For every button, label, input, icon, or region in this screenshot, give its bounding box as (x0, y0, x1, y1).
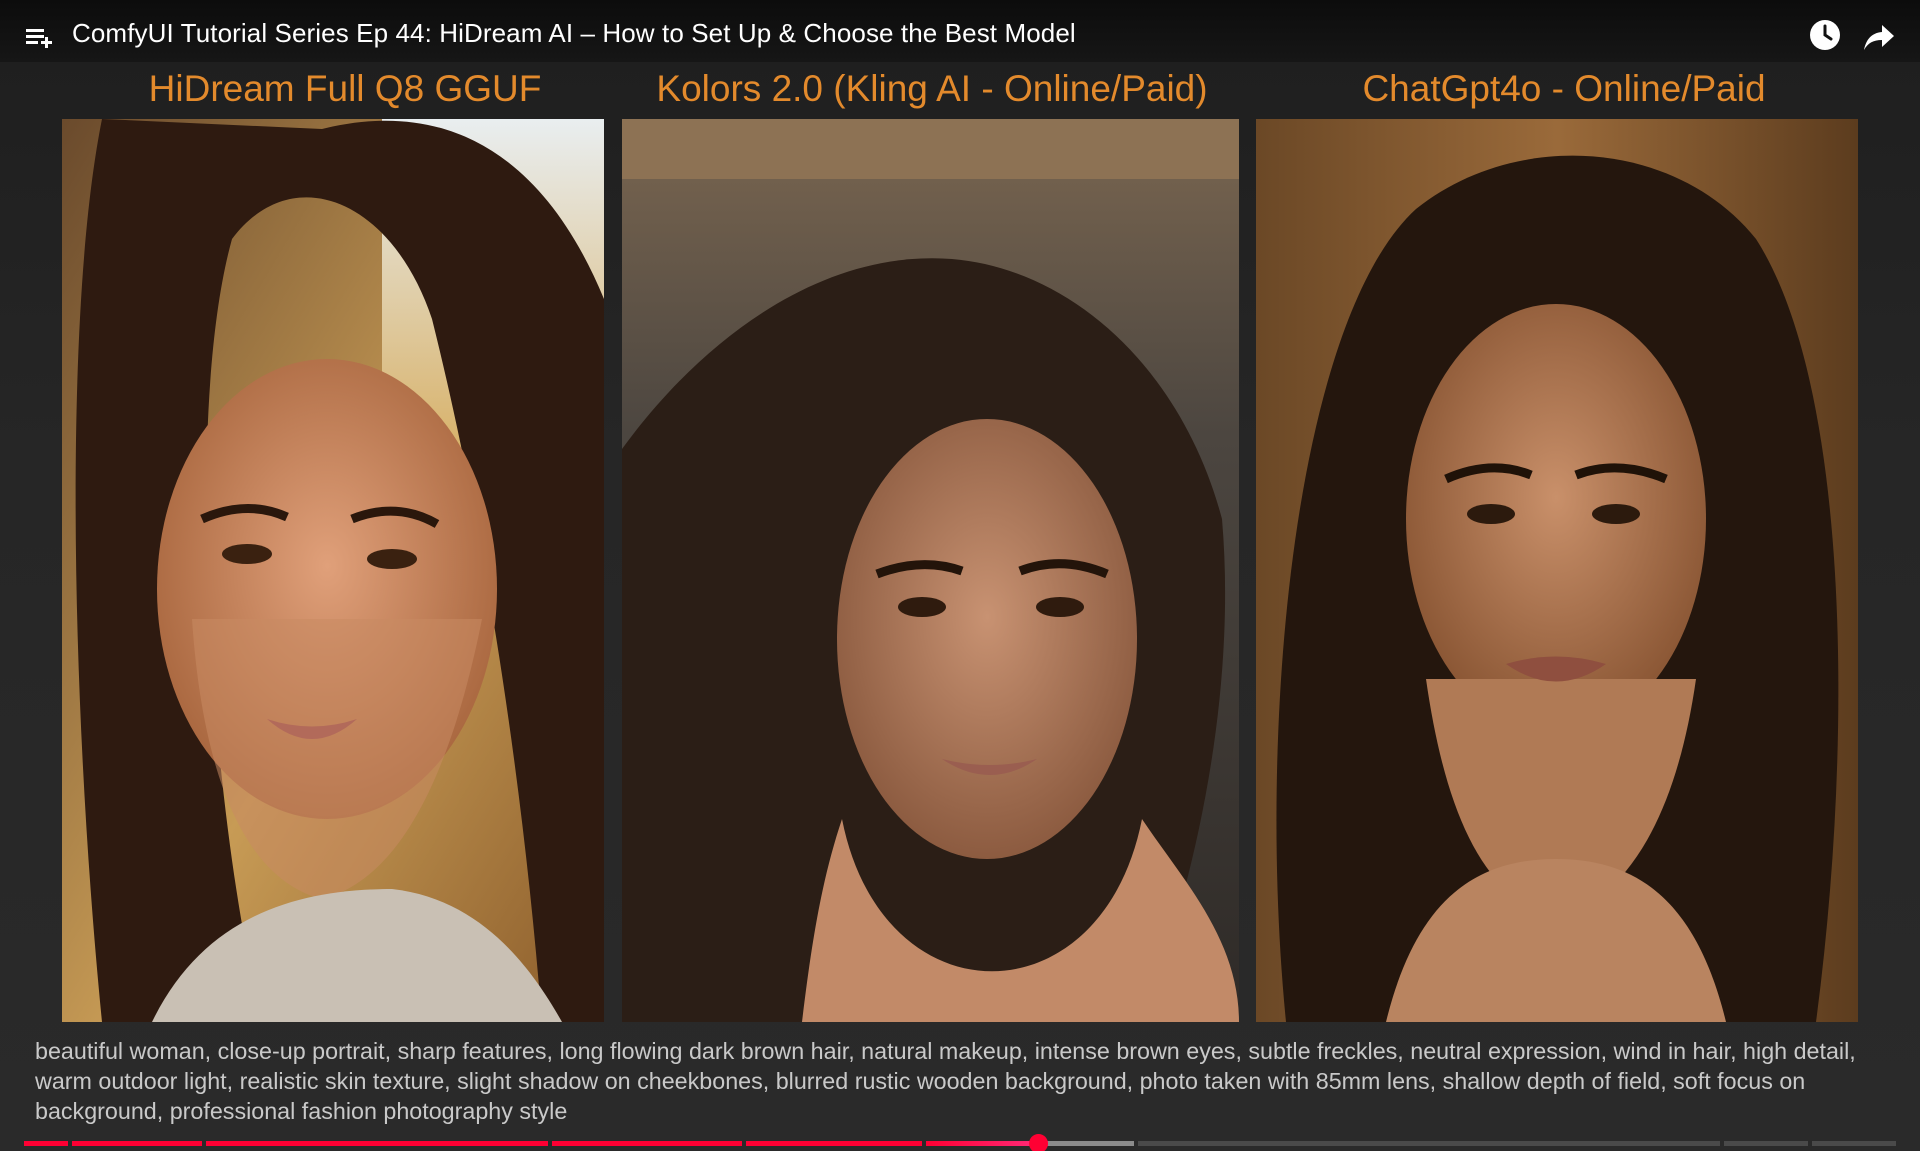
column-label-chatgpt4o: ChatGpt4o - Online/Paid (1362, 68, 1766, 109)
progress-bar[interactable] (24, 1134, 1896, 1151)
clock-icon[interactable] (1808, 18, 1842, 52)
share-arrow-icon[interactable] (1862, 20, 1896, 54)
column-label-hidream: HiDream Full Q8 GGUF (148, 68, 542, 109)
portrait-image-chatgpt4o (1256, 119, 1858, 1022)
video-title[interactable]: ComfyUI Tutorial Series Ep 44: HiDream A… (72, 18, 1076, 49)
column-label-kolors: Kolors 2.0 (Kling AI - Online/Paid) (656, 68, 1208, 109)
player-top-bar: ComfyUI Tutorial Series Ep 44: HiDream A… (0, 0, 1920, 62)
playlist-icon[interactable] (24, 24, 54, 54)
progress-scrubber-handle[interactable] (1029, 1134, 1048, 1151)
chapter-segment[interactable] (1138, 1141, 1720, 1146)
chapter-segment[interactable] (552, 1141, 742, 1146)
chapter-segment[interactable] (1812, 1141, 1896, 1146)
portrait-image-kolors (622, 119, 1239, 1022)
chapter-segment[interactable] (24, 1141, 68, 1146)
video-player[interactable]: ComfyUI Tutorial Series Ep 44: HiDream A… (0, 0, 1920, 1151)
prompt-text: beautiful woman, close-up portrait, shar… (35, 1038, 1856, 1124)
portrait-image-hidream (62, 119, 604, 1022)
chapter-segment[interactable] (746, 1141, 922, 1146)
chapter-segment[interactable] (72, 1141, 202, 1146)
chapter-segment[interactable] (1724, 1141, 1808, 1146)
chapter-segment[interactable] (206, 1141, 548, 1146)
buffered-segment (1048, 1141, 1134, 1146)
